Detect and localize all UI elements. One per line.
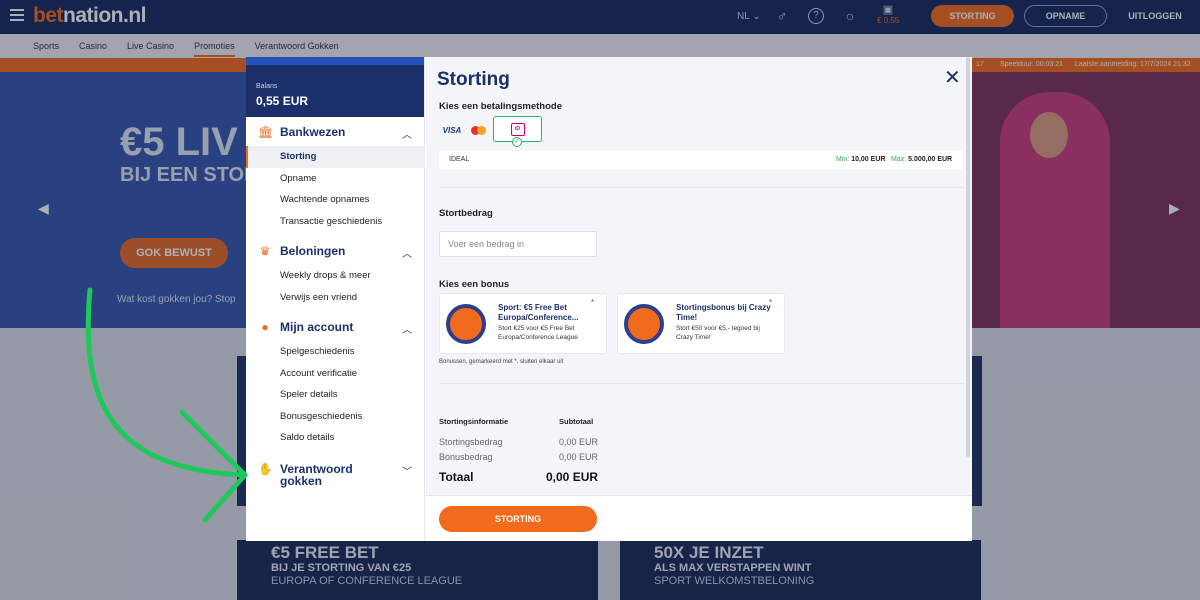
sidebar-item-transactie-geschiedenis[interactable]: Transactie geschiedenis <box>246 211 425 233</box>
sidebar-balance: Balans 0,55 EUR <box>246 57 424 117</box>
group-verantwoord-header[interactable]: ✋ Verantwoord gokken ﹀ <box>246 459 425 489</box>
bonus-amount-label: Bonusbedrag <box>439 452 493 462</box>
crown-icon: ♛ <box>259 244 271 258</box>
min-limit: Min: 10,00 EUR <box>836 156 886 163</box>
info-header: Stortingsinformatie <box>439 417 509 426</box>
close-icon[interactable]: ✕ <box>944 65 961 90</box>
amount-input[interactable]: Voer een bedrag in <box>439 231 597 257</box>
chevron-down-icon: ﹀ <box>402 467 412 478</box>
deposit-button[interactable]: STORTING <box>439 506 597 532</box>
sidebar-item-weekly-drops[interactable]: Weekly drops & meer <box>246 265 425 287</box>
group-mijn-account-header[interactable]: ● Mijn account ︿ <box>246 317 425 341</box>
chevron-up-icon: ︿ <box>402 325 412 336</box>
sidebar-item-storting[interactable]: Storting <box>246 146 425 168</box>
sidebar-item-spelgeschiedenis[interactable]: Spelgeschiedenis <box>246 341 425 363</box>
total-label: Totaal <box>439 470 474 484</box>
sidebar-item-account-verificatie[interactable]: Account verificatie <box>246 363 425 385</box>
deposit-amount-value: 0,00 EUR <box>559 437 599 447</box>
hand-icon: ✋ <box>258 462 273 476</box>
divider <box>439 187 963 188</box>
deposit-panel: Storting ✕ Kies een betalingsmethode VIS… <box>426 57 972 541</box>
deposit-modal: Balans 0,55 EUR 🏛 Bankwezen ︿ Storting O… <box>246 57 972 541</box>
user-icon: ● <box>261 320 269 334</box>
sidebar-item-wachtende-opnames[interactable]: Wachtende opnames <box>246 189 425 211</box>
subtotal-header: Subtotaal <box>559 417 594 426</box>
visa-option[interactable]: VISA <box>441 119 463 141</box>
modal-sidebar: Balans 0,55 EUR 🏛 Bankwezen ︿ Storting O… <box>246 57 425 541</box>
balance-value: 0,55 EUR <box>256 94 309 108</box>
ideal-logo-icon: iD <box>510 122 525 136</box>
payment-method-label: Kies een betalingsmethode <box>439 101 563 112</box>
bonus-amount-value: 0,00 EUR <box>559 452 599 462</box>
scrollbar[interactable] <box>966 57 970 457</box>
method-limits-row: IDEAL Min: 10,00 EUR Max: 5.000,00 EUR <box>439 151 963 169</box>
divider <box>439 383 963 384</box>
amount-label: Stortbedrag <box>439 208 493 219</box>
group-beloningen: ♛ Beloningen ︿ Weekly drops & meer Verwi… <box>246 241 425 308</box>
bonus-gift-icon <box>624 304 664 344</box>
method-name: IDEAL <box>449 156 470 163</box>
mastercard-option[interactable] <box>467 119 489 141</box>
modal-title: Storting <box>437 69 510 90</box>
bonus-gift-icon <box>446 304 486 344</box>
bank-icon: 🏛 <box>258 125 274 139</box>
chevron-up-icon: ︿ <box>402 249 412 260</box>
group-beloningen-header[interactable]: ♛ Beloningen ︿ <box>246 241 425 265</box>
checkmark-icon: ✓ <box>512 137 522 147</box>
sidebar-item-opname[interactable]: Opname <box>246 168 425 190</box>
sidebar-item-speler-details[interactable]: Speler details <box>246 384 425 406</box>
group-verantwoord-gokken: ✋ Verantwoord gokken ﹀ <box>246 459 425 489</box>
group-bankwezen-header[interactable]: 🏛 Bankwezen ︿ <box>246 122 425 146</box>
deposit-amount-label: Stortingsbedrag <box>439 437 503 447</box>
sidebar-item-saldo-details[interactable]: Saldo details <box>246 427 425 449</box>
group-bankwezen: 🏛 Bankwezen ︿ Storting Opname Wachtende … <box>246 122 425 232</box>
bonus-card-crazy-time[interactable]: Stortingsbonus bij Crazy Time! Stort €50… <box>617 293 785 354</box>
bonus-label: Kies een bonus <box>439 279 510 290</box>
sidebar-item-bonusgeschiedenis[interactable]: Bonusgeschiedenis <box>246 406 425 428</box>
bonus-card-sport[interactable]: Sport: €5 Free Bet Europa/Conference... … <box>439 293 607 354</box>
total-value: 0,00 EUR <box>546 470 599 484</box>
max-limit: Max: 5.000,00 EUR <box>891 156 953 163</box>
chevron-up-icon: ︿ <box>402 130 412 141</box>
modal-footer: STORTING <box>426 495 972 541</box>
group-mijn-account: ● Mijn account ︿ Spelgeschiedenis Accoun… <box>246 317 425 449</box>
bonus-note: Bonussen, gemarkeerd met *, sluiten elka… <box>439 359 564 365</box>
sidebar-item-verwijs-vriend[interactable]: Verwijs een vriend <box>246 287 425 309</box>
